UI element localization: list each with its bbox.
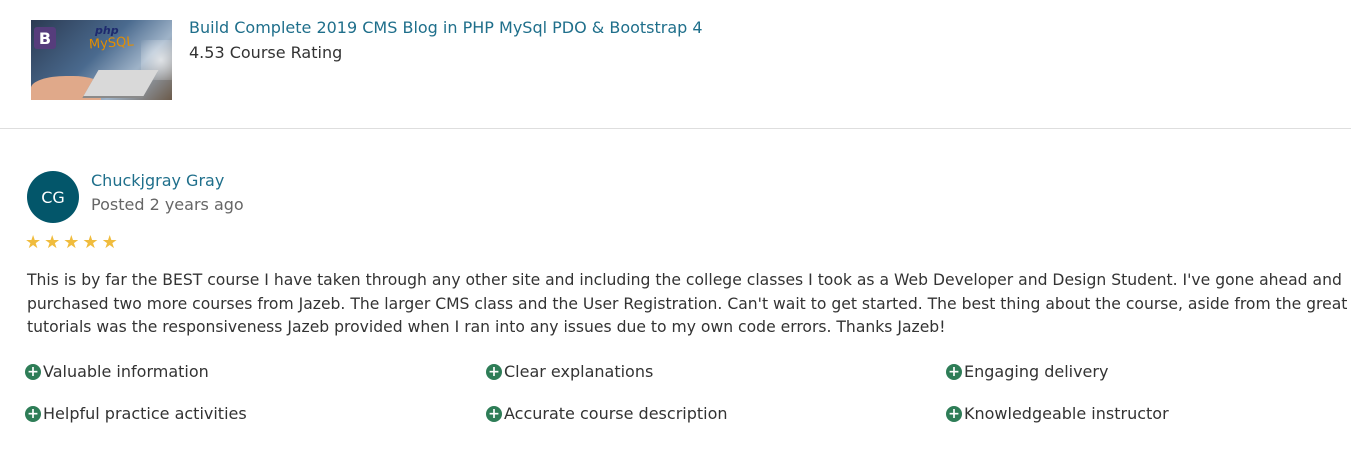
plus-circle-icon: + <box>25 405 41 422</box>
plus-circle-icon: + <box>946 363 962 380</box>
tag-item: + Engaging delivery <box>946 362 1108 381</box>
plus-circle-icon: + <box>946 405 962 422</box>
course-rating: 4.53 Course Rating <box>189 43 343 62</box>
star-icon: ★ <box>44 232 61 253</box>
avatar: CG <box>27 171 79 223</box>
plus-circle-icon: + <box>486 363 502 380</box>
tag-label: Knowledgeable instructor <box>964 404 1169 423</box>
bootstrap-logo-icon: B <box>34 27 56 49</box>
reviewer-name-link[interactable]: Chuckjgray Gray <box>91 171 224 190</box>
star-icon: ★ <box>25 232 42 253</box>
plus-circle-icon: + <box>25 363 41 380</box>
star-icon: ★ <box>63 232 80 253</box>
tag-label: Valuable information <box>43 362 209 381</box>
posted-date: Posted 2 years ago <box>91 195 244 214</box>
mysql-logo-icon: MySQL <box>88 34 135 53</box>
tag-item: + Valuable information <box>25 362 209 381</box>
course-thumbnail[interactable]: B php MySQL <box>31 20 172 100</box>
course-title-link[interactable]: Build Complete 2019 CMS Blog in PHP MySq… <box>189 18 703 37</box>
plus-circle-icon: + <box>486 405 502 422</box>
tag-label: Accurate course description <box>504 404 728 423</box>
thumbnail-laptop <box>83 70 159 96</box>
tag-item: + Clear explanations <box>486 362 653 381</box>
review-text: This is by far the BEST course I have ta… <box>27 271 1348 336</box>
star-rating: ★ ★ ★ ★ ★ <box>25 234 118 252</box>
tag-item: + Knowledgeable instructor <box>946 404 1169 423</box>
star-icon: ★ <box>82 232 99 253</box>
tag-label: Engaging delivery <box>964 362 1109 381</box>
tag-label: Clear explanations <box>504 362 654 381</box>
star-icon: ★ <box>101 232 118 253</box>
course-header: B php MySQL Build Complete 2019 CMS Blog… <box>0 0 1351 129</box>
tag-item: + Helpful practice activities <box>25 404 247 423</box>
tag-item: + Accurate course description <box>486 404 728 423</box>
tag-label: Helpful practice activities <box>43 404 247 423</box>
